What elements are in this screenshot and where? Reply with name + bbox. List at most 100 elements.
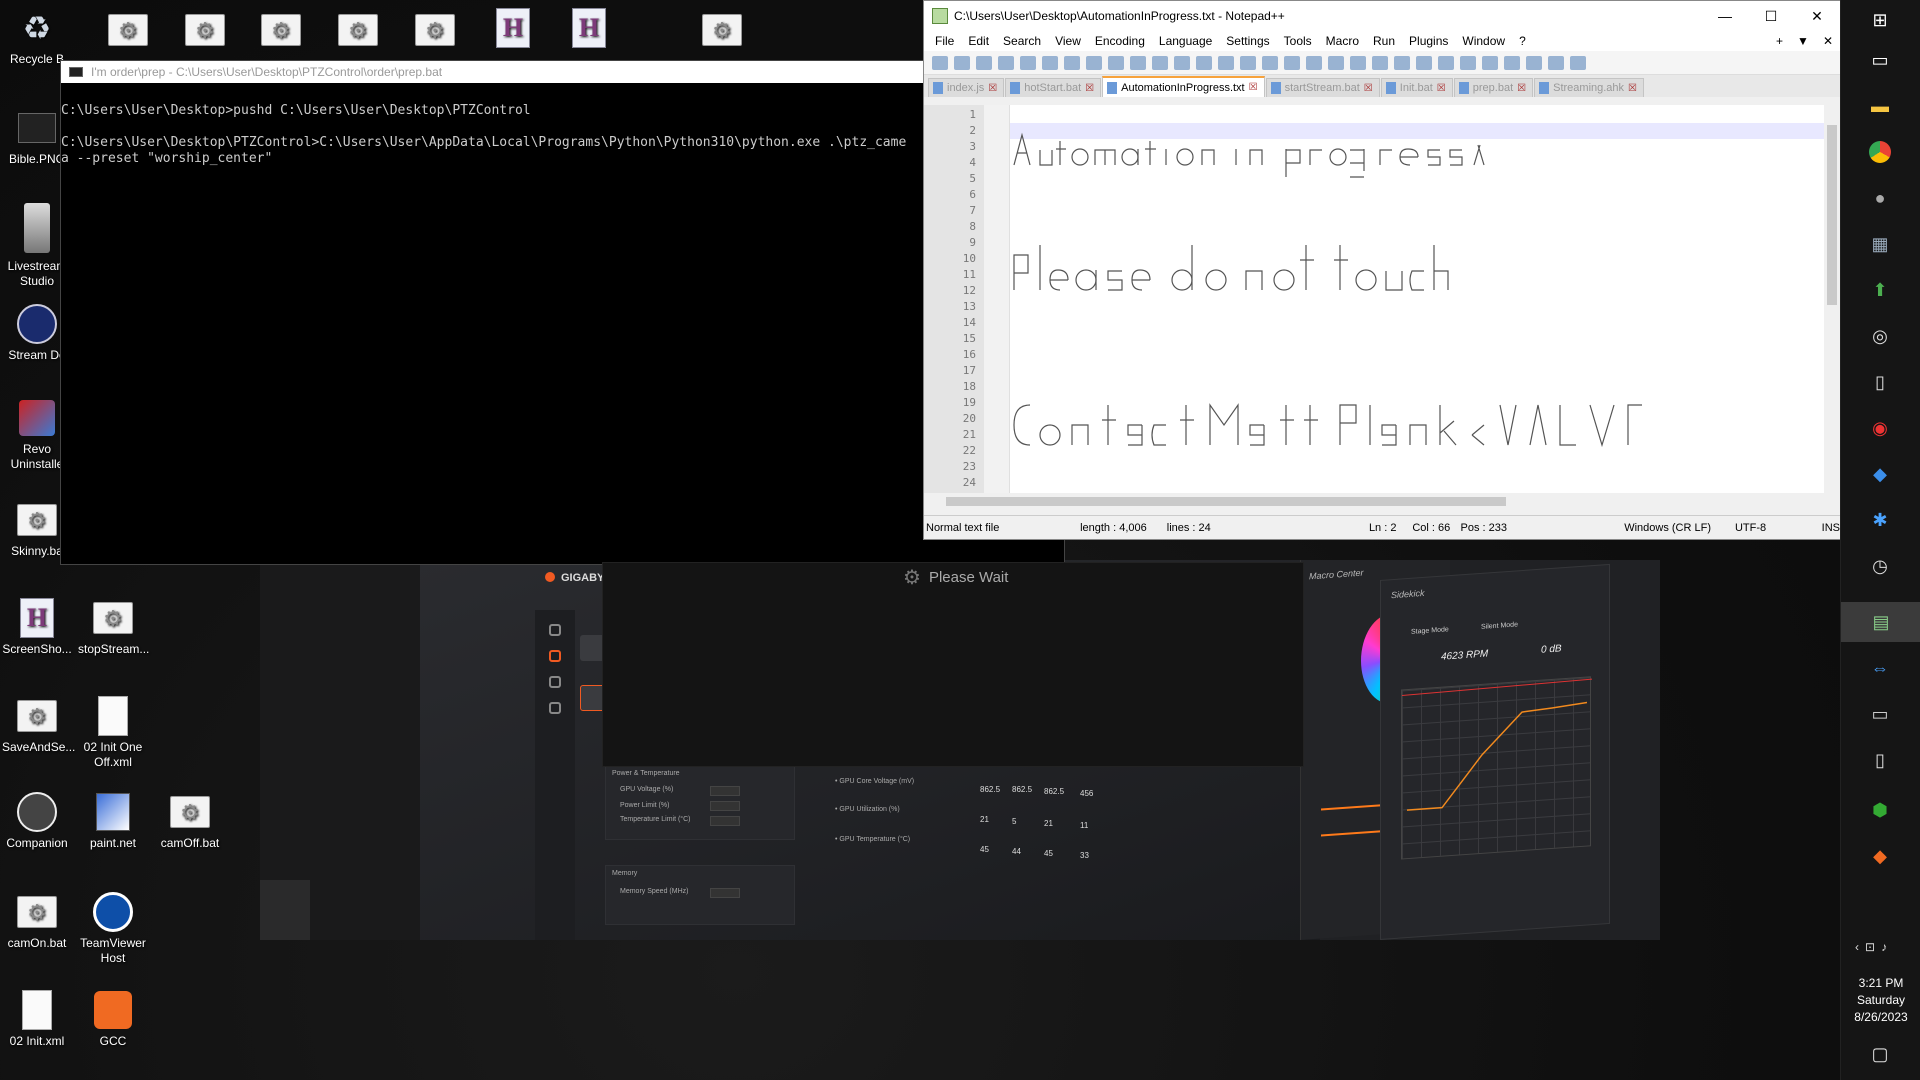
menu-run[interactable]: Run [1366, 34, 1402, 48]
tab-startstream-bat[interactable]: startStream.bat ☒ [1265, 78, 1380, 97]
desktop-icon-screenshot[interactable]: H ScreenSho... [2, 598, 72, 657]
red-app-icon[interactable]: ◉ [1866, 414, 1894, 442]
tab-init-bat[interactable]: Init.bat ☒ [1380, 78, 1453, 97]
new-tab-plus-icon[interactable]: + [1769, 34, 1790, 48]
tab-close-icon[interactable]: ☒ [1085, 83, 1094, 94]
obs-icon[interactable]: ● [1866, 184, 1894, 212]
file-icon[interactable]: ▯ [1866, 746, 1894, 774]
start-windows-icon[interactable]: ⊞ [1866, 6, 1894, 34]
menu-encoding[interactable]: Encoding [1088, 34, 1152, 48]
save-all-icon[interactable] [998, 55, 1014, 70]
desktop-icon-top-bat[interactable]: ⚙ [400, 10, 470, 54]
npp-editor[interactable]: 1 2 3 4 5 6 7 8 9 10 11 12 13 14 15 16 17 18 19 20 21 22 23 24 [924, 105, 1840, 493]
gear-blue-icon[interactable]: ✱ [1866, 506, 1894, 534]
menu-plugins[interactable]: Plugins [1402, 34, 1455, 48]
function-list-icon[interactable] [1416, 55, 1432, 70]
command-prompt-window[interactable]: I'm order\prep - C:\Users\User\Desktop\P… [60, 60, 1065, 582]
vertical-scrollbar[interactable] [1824, 105, 1840, 493]
save-icon[interactable] [976, 55, 992, 70]
save-macro-icon[interactable] [1570, 55, 1586, 70]
volume-icon[interactable]: ♪ [1881, 940, 1893, 954]
scroll-thumb[interactable] [1827, 125, 1837, 305]
horizontal-scrollbar[interactable] [924, 493, 1840, 509]
tab-close-icon[interactable]: ☒ [1364, 83, 1373, 94]
desktop-icon-camon[interactable]: ⚙ camOn.bat [2, 892, 72, 951]
copy-icon[interactable] [1108, 55, 1124, 70]
stream-deck-icon[interactable]: ▦ [1866, 230, 1894, 258]
record-macro-icon[interactable] [1482, 55, 1498, 70]
taskbar-clock[interactable]: 3:21 PM Saturday 8/26/2023 [1841, 975, 1920, 1026]
undo-icon[interactable] [1152, 55, 1168, 70]
run-macro-multiple-icon[interactable] [1548, 55, 1564, 70]
network-icon[interactable]: ⊡ [1865, 940, 1881, 954]
maximize-icon[interactable]: ☐ [1748, 8, 1794, 25]
notepad-plus-plus-window[interactable]: C:\Users\User\Desktop\AutomationInProgre… [923, 0, 1841, 540]
tray-chevron-icon[interactable]: ‹ [1855, 940, 1865, 954]
desktop-icon-top-bat[interactable]: ⚙ [170, 10, 240, 54]
task-view-icon[interactable]: ▭ [1866, 46, 1894, 74]
desktop-icon-recycle-bin[interactable]: ♻ Recycle B [2, 8, 72, 67]
document-icon[interactable]: ▯ [1866, 368, 1894, 396]
tab-index-js[interactable]: index.js ☒ [928, 78, 1005, 97]
desktop-icon-top-hdoc[interactable]: H [478, 8, 548, 52]
cut-icon[interactable] [1086, 55, 1102, 70]
chrome-icon[interactable] [1866, 138, 1894, 166]
desktop-icon-teamviewer[interactable]: TeamViewer Host [78, 892, 148, 966]
desktop-icon-paintnet[interactable]: paint.net [78, 792, 148, 851]
open-file-icon[interactable] [954, 55, 970, 70]
monitor-icon[interactable] [1460, 55, 1476, 70]
sync-v-icon[interactable] [1284, 55, 1300, 70]
tab-automation-in-progress[interactable]: AutomationInProgress.txt ☒ [1102, 76, 1265, 97]
new-file-icon[interactable] [932, 55, 948, 70]
power-limit-input[interactable] [710, 801, 740, 811]
sync-h-icon[interactable] [1306, 55, 1322, 70]
menu-window[interactable]: Window [1455, 34, 1512, 48]
gpu-voltage-input[interactable] [710, 786, 740, 796]
menu-macro[interactable]: Macro [1319, 34, 1366, 48]
doc-map-icon[interactable] [1394, 55, 1410, 70]
menu-edit[interactable]: Edit [961, 34, 996, 48]
indent-guide-icon[interactable] [1372, 55, 1388, 70]
memory-speed-input[interactable] [710, 888, 740, 898]
close-doc-icon[interactable]: ✕ [1816, 34, 1840, 48]
desktop-icon-top-bat[interactable]: ⚙ [323, 10, 393, 54]
stop-macro-icon[interactable] [1504, 55, 1520, 70]
sidekick-panel[interactable]: Sidekick Stage Mode Silent Mode 4623 RPM… [1380, 563, 1610, 940]
tab-close-icon[interactable]: ☒ [1628, 83, 1637, 94]
close-file-icon[interactable] [1020, 55, 1036, 70]
desktop-icon-init-xml[interactable]: 02 Init.xml [2, 990, 72, 1049]
menu-help[interactable]: ? [1512, 34, 1533, 48]
gcc-icon[interactable]: ◆ [1866, 842, 1894, 870]
tab-streaming-ahk[interactable]: Streaming.ahk ☒ [1534, 78, 1645, 97]
upload-arrow-icon[interactable]: ⬆ [1866, 276, 1894, 304]
status-eol[interactable]: Windows (CR LF) [1622, 522, 1733, 534]
tab-close-icon[interactable]: ☒ [1517, 83, 1526, 94]
tab-close-icon[interactable]: ☒ [1249, 82, 1258, 93]
silent-mode-option[interactable]: Silent Mode [1481, 621, 1518, 631]
folder-workspace-icon[interactable] [1438, 55, 1454, 70]
zoom-in-icon[interactable] [1240, 55, 1256, 70]
desktop-icon-top-bat[interactable]: ⚙ [246, 10, 316, 54]
show-all-chars-icon[interactable] [1350, 55, 1366, 70]
npp-titlebar[interactable]: C:\Users\User\Desktop\AutomationInProgre… [924, 1, 1840, 31]
zoom-out-icon[interactable] [1262, 55, 1278, 70]
desktop-icon-companion[interactable]: Companion [2, 792, 72, 851]
notification-center-icon[interactable]: ▢ [1866, 1040, 1894, 1068]
paste-icon[interactable] [1130, 55, 1146, 70]
menu-tools[interactable]: Tools [1277, 34, 1319, 48]
menu-view[interactable]: View [1048, 34, 1088, 48]
vscode-icon[interactable]: ◆ [1866, 460, 1894, 488]
fan-curve-graph[interactable] [1401, 676, 1593, 860]
close-icon[interactable]: ✕ [1794, 8, 1840, 25]
menu-search[interactable]: Search [996, 34, 1048, 48]
desktop-icon-init-one-off[interactable]: 02 Init One Off.xml [78, 696, 148, 770]
status-encoding[interactable]: UTF-8 [1733, 522, 1820, 534]
desktop-icon-camoff[interactable]: ⚙ camOff.bat [155, 792, 225, 851]
clock-app-icon[interactable]: ◷ [1866, 552, 1894, 580]
monitor-icon[interactable] [549, 650, 561, 662]
cmd-output[interactable]: C:\Users\User\Desktop>pushd C:\Users\Use… [61, 83, 1064, 167]
menu-language[interactable]: Language [1152, 34, 1219, 48]
cmd-icon[interactable]: ▭ [1866, 700, 1894, 728]
stage-mode-option[interactable]: Stage Mode [1411, 626, 1449, 636]
wrap-icon[interactable] [1328, 55, 1344, 70]
